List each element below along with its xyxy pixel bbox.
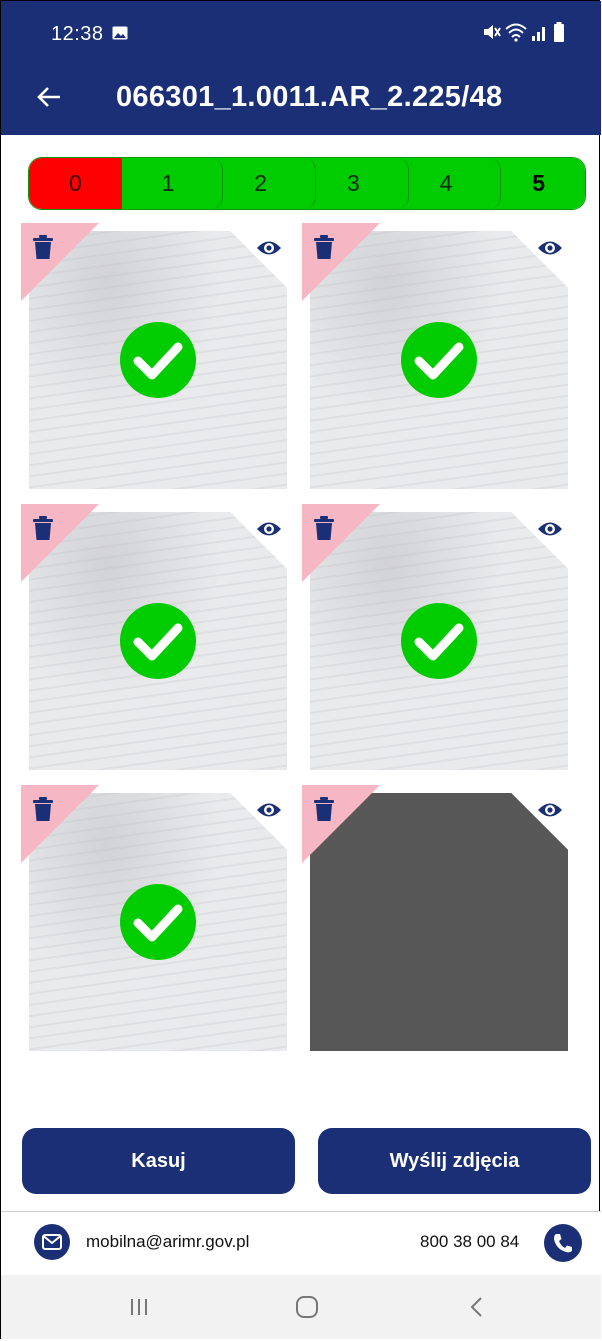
photo-thumbnail[interactable]: [310, 793, 568, 1051]
check-circle-icon: [120, 884, 196, 960]
progress-segment-3: 3: [307, 158, 400, 209]
trash-icon[interactable]: [33, 797, 53, 821]
home-icon[interactable]: [292, 1293, 322, 1321]
battery-icon: [554, 22, 564, 42]
progress-segment-4: 4: [399, 158, 493, 209]
check-circle-icon: [401, 322, 477, 398]
progress-segment-label: 3: [346, 170, 360, 196]
photo-tile[interactable]: [21, 504, 287, 770]
send-photos-button[interactable]: Wyślij zdjęcia: [318, 1128, 591, 1194]
photo-tile[interactable]: [21, 223, 287, 489]
eye-icon[interactable]: [256, 239, 282, 257]
wifi-icon: [505, 23, 527, 42]
eye-icon[interactable]: [537, 520, 563, 538]
contact-phone[interactable]: 800 38 00 84: [420, 1232, 519, 1252]
progress-segment-label: 5: [532, 170, 546, 196]
delete-button[interactable]: Kasuj: [22, 1128, 295, 1194]
progress-segment-label: 2: [254, 170, 268, 196]
trash-icon[interactable]: [33, 235, 53, 259]
recent-apps-icon[interactable]: [124, 1293, 154, 1321]
photo-tile[interactable]: [302, 223, 568, 489]
status-bar: 12:38: [1, 1, 601, 63]
system-icons: [481, 21, 565, 43]
trash-icon[interactable]: [314, 797, 334, 821]
gallery-icon: [112, 26, 128, 40]
eye-icon[interactable]: [256, 801, 282, 819]
check-circle-icon: [120, 322, 196, 398]
progress-segment-label: 4: [439, 170, 453, 196]
progress-segment-0: 0: [29, 158, 122, 209]
system-nav-bar: [1, 1275, 601, 1339]
page-title: 066301_1.0011.AR_2.225/48: [116, 81, 503, 113]
phone-icon[interactable]: [544, 1224, 582, 1262]
contact-footer: mobilna@arimr.gov.pl 800 38 00 84: [1, 1212, 601, 1275]
back-nav-icon[interactable]: [462, 1293, 492, 1321]
mute-icon: [484, 25, 501, 39]
progress-segment-5: 5: [492, 158, 585, 209]
photo-tile[interactable]: [302, 504, 568, 770]
eye-icon[interactable]: [537, 239, 563, 257]
photo-tile[interactable]: [21, 785, 287, 1051]
trash-icon[interactable]: [314, 235, 334, 259]
signal-icon: [532, 27, 545, 41]
progress-segment-label: 0: [68, 170, 82, 196]
status-time: 12:38: [51, 23, 104, 45]
app-bar: 066301_1.0011.AR_2.225/48: [1, 63, 601, 135]
progress-segment-1: 1: [121, 158, 215, 209]
arrow-left-icon[interactable]: [35, 83, 63, 111]
photo-progress-bar: 0 1 2 3 4 5: [28, 157, 586, 210]
check-circle-icon: [120, 603, 196, 679]
check-circle-icon: [401, 603, 477, 679]
eye-icon[interactable]: [537, 801, 563, 819]
contact-email[interactable]: mobilna@arimr.gov.pl: [86, 1232, 249, 1252]
photo-tile[interactable]: [302, 785, 568, 1051]
eye-icon[interactable]: [256, 520, 282, 538]
mail-icon[interactable]: [34, 1224, 70, 1260]
trash-icon[interactable]: [33, 516, 53, 540]
progress-segment-2: 2: [214, 158, 308, 209]
trash-icon[interactable]: [314, 516, 334, 540]
progress-segment-label: 1: [161, 170, 175, 196]
